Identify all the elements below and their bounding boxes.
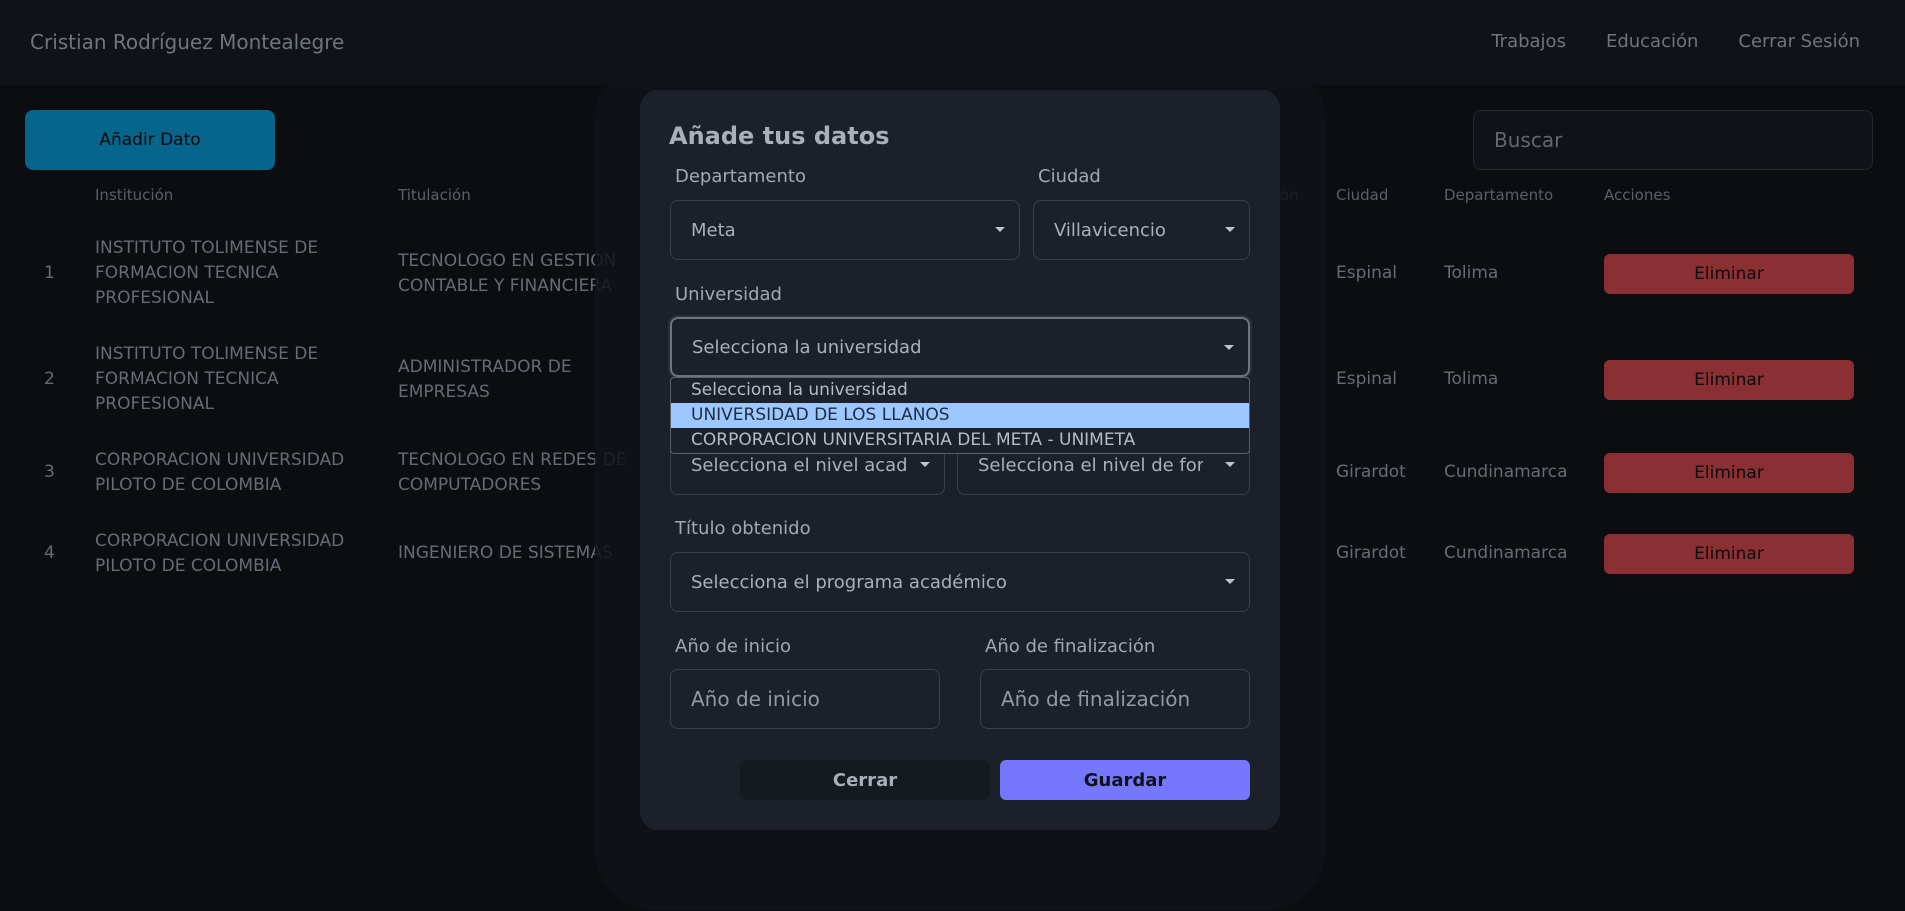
search-input[interactable] — [1473, 110, 1873, 170]
titulo-select[interactable]: Selecciona el programa académico — [670, 552, 1250, 612]
row-department: Tolima — [1444, 263, 1499, 283]
nav-link-educacion[interactable]: Educación — [1606, 31, 1698, 52]
titulo-label: Título obtenido — [675, 518, 811, 539]
row-institution: CORPORACION UNIVERSIDAD PILOTO DE COLOMB… — [95, 531, 345, 576]
departamento-select[interactable]: Meta — [670, 200, 1020, 260]
row-department: Tolima — [1444, 369, 1499, 389]
brand-name[interactable]: Cristian Rodríguez Montealegre — [30, 30, 344, 54]
caret-down-icon — [995, 227, 1005, 232]
row-department: Cundinamarca — [1444, 462, 1568, 482]
delete-button[interactable]: Eliminar — [1604, 453, 1854, 493]
fin-label: Año de finalización — [985, 636, 1156, 657]
row-title: INGENIERO DE SISTEMAS — [398, 543, 613, 563]
save-button[interactable]: Guardar — [1000, 760, 1250, 800]
row-number: 3 — [44, 462, 55, 482]
row-institution: CORPORACION UNIVERSIDAD PILOTO DE COLOMB… — [95, 450, 345, 495]
titulo-value: Selecciona el programa académico — [691, 571, 1007, 593]
universidad-dropdown-list: Selecciona la universidad UNIVERSIDAD DE… — [670, 377, 1250, 454]
nav-links: Trabajos Educación Cerrar Sesión — [1491, 31, 1860, 52]
universidad-label: Universidad — [675, 284, 782, 305]
row-city: Espinal — [1336, 263, 1398, 283]
column-header-acciones: Acciones — [1604, 186, 1671, 204]
row-number: 1 — [44, 263, 55, 283]
universidad-value: Selecciona la universidad — [692, 336, 922, 358]
row-city: Girardot — [1336, 543, 1406, 563]
caret-down-icon — [1225, 579, 1235, 584]
column-header-ciudad: Ciudad — [1336, 186, 1389, 204]
nivel-formacion-value: Selecciona el nivel de formación — [978, 454, 1203, 476]
ciudad-value: Villavicencio — [1054, 219, 1166, 241]
row-number: 2 — [44, 369, 55, 389]
modal-title: Añade tus datos — [669, 122, 890, 150]
row-number: 4 — [44, 543, 55, 563]
add-data-modal: Añade tus datos Departamento Meta Ciudad… — [640, 90, 1280, 830]
row-institution: INSTITUTO TOLIMENSE DE FORMACION TECNICA… — [95, 344, 319, 414]
inicio-label: Año de inicio — [675, 636, 791, 657]
delete-button[interactable]: Eliminar — [1604, 254, 1854, 294]
add-data-button[interactable]: Añadir Dato — [25, 110, 275, 170]
nav-link-cerrar-sesion[interactable]: Cerrar Sesión — [1738, 31, 1860, 52]
nivel-academico-value: Selecciona el nivel académico — [691, 454, 906, 476]
caret-down-icon — [1225, 462, 1235, 467]
row-department: Cundinamarca — [1444, 543, 1568, 563]
close-button[interactable]: Cerrar — [740, 760, 990, 800]
departamento-value: Meta — [691, 219, 736, 241]
row-title: TECNOLOGO EN GESTIÓN CONTABLE Y FINANCIE… — [398, 251, 617, 296]
inicio-input[interactable] — [670, 669, 940, 729]
universidad-option-highlighted[interactable]: UNIVERSIDAD DE LOS LLANOS — [671, 403, 1249, 428]
row-institution: INSTITUTO TOLIMENSE DE FORMACION TECNICA… — [95, 238, 319, 308]
universidad-option[interactable]: Selecciona la universidad — [671, 378, 1249, 403]
row-title: ADMINISTRADOR DE EMPRESAS — [398, 357, 572, 402]
delete-button[interactable]: Eliminar — [1604, 360, 1854, 400]
caret-down-icon — [1224, 345, 1234, 350]
column-header-institucion: Institución — [95, 186, 174, 204]
fin-input[interactable] — [980, 669, 1250, 729]
row-title: TECNOLOGO EN REDES DE COMPUTADORES — [398, 450, 627, 495]
universidad-option[interactable]: CORPORACION UNIVERSITARIA DEL META - UNI… — [671, 428, 1249, 453]
caret-down-icon — [920, 462, 930, 467]
departamento-label: Departamento — [675, 166, 806, 187]
delete-button[interactable]: Eliminar — [1604, 534, 1854, 574]
caret-down-icon — [1225, 227, 1235, 232]
nav-link-trabajos[interactable]: Trabajos — [1491, 31, 1566, 52]
universidad-select[interactable]: Selecciona la universidad — [670, 317, 1250, 377]
ciudad-label: Ciudad — [1038, 166, 1101, 187]
ciudad-select[interactable]: Villavicencio — [1033, 200, 1250, 260]
column-header-departamento: Departamento — [1444, 186, 1554, 204]
row-city: Girardot — [1336, 462, 1406, 482]
column-header-titulacion: Titulación — [398, 186, 471, 204]
row-city: Espinal — [1336, 369, 1398, 389]
